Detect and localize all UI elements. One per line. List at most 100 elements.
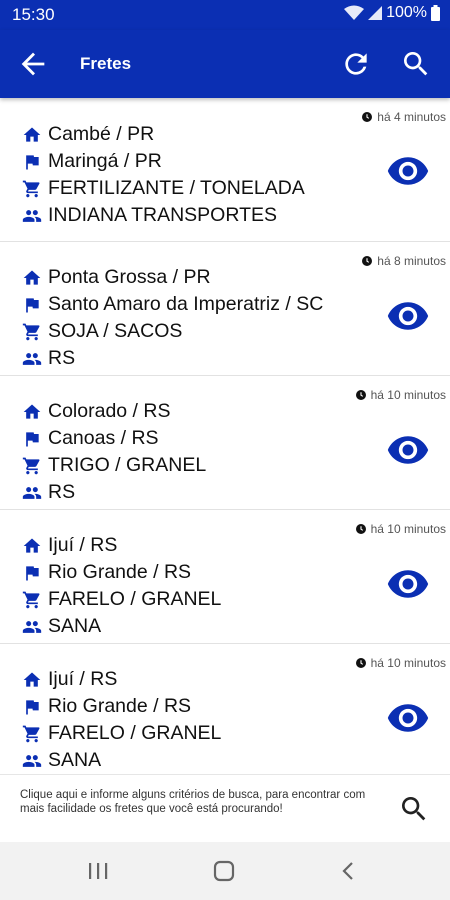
destination-row: Rio Grande / RS — [22, 559, 221, 586]
destination-text: Santo Amaro da Imperatriz / SC — [48, 293, 324, 315]
product-text: SOJA / SACOS — [48, 320, 183, 342]
destination-text: Rio Grande / RS — [48, 695, 192, 717]
people-icon — [22, 206, 42, 226]
search-hint-banner[interactable]: Clique aqui e informe alguns critérios d… — [0, 774, 450, 842]
flag-icon — [22, 295, 42, 315]
clock-icon — [362, 256, 373, 266]
elapsed-time: há 10 minutos — [355, 388, 446, 402]
clock-icon — [355, 390, 366, 400]
elapsed-time-text: há 8 minutos — [377, 254, 446, 268]
freight-list: há 4 minutos Cambé / PR Maringá / PR FERTIL… — [0, 98, 450, 774]
company-text: SANA — [48, 749, 102, 771]
elapsed-time: há 8 minutos — [362, 254, 446, 268]
destination-text: Maringá / PR — [48, 150, 162, 172]
home-icon — [22, 536, 42, 556]
freight-card[interactable]: há 10 minutos Ijuí / RS Rio Grande / RS FAR… — [0, 510, 450, 644]
origin-row: Cambé / PR — [22, 121, 305, 148]
home-icon — [22, 670, 42, 690]
cart-icon — [22, 590, 42, 610]
destination-row: Rio Grande / RS — [22, 693, 221, 720]
origin-text: Colorado / RS — [48, 400, 171, 422]
destination-row: Canoas / RS — [22, 425, 206, 452]
people-icon — [22, 483, 42, 503]
destination-text: Rio Grande / RS — [48, 561, 192, 583]
clock-icon — [362, 112, 373, 122]
freight-card[interactable]: há 10 minutos Ijuí / RS Rio Grande / RS FAR… — [0, 644, 450, 774]
company-text: INDIANA TRANSPORTES — [48, 204, 278, 226]
freight-card[interactable]: há 4 minutos Cambé / PR Maringá / PR FERTIL… — [0, 98, 450, 242]
cart-icon — [22, 456, 42, 476]
home-icon — [22, 125, 42, 145]
people-icon — [22, 349, 42, 369]
product-row: TRIGO / GRANEL — [22, 452, 206, 479]
cart-icon — [22, 724, 42, 744]
battery-icon — [431, 5, 440, 21]
search-icon[interactable] — [400, 48, 432, 80]
flag-icon — [22, 563, 42, 583]
product-row: FARELO / GRANEL — [22, 720, 221, 747]
company-text: SANA — [48, 615, 102, 637]
battery-level: 100% — [386, 4, 427, 21]
home-icon — [22, 268, 42, 288]
home-button-icon[interactable] — [209, 856, 239, 886]
freight-card[interactable]: há 10 minutos Colorado / RS Canoas / RS TRI… — [0, 376, 450, 510]
elapsed-time-text: há 10 minutos — [370, 522, 446, 536]
destination-row: Maringá / PR — [22, 148, 305, 175]
page-title: Fretes — [80, 54, 132, 73]
home-icon — [22, 402, 42, 422]
view-details-eye-icon[interactable] — [386, 155, 430, 187]
product-row: FERTILIZANTE / TONELADA — [22, 175, 305, 202]
view-details-eye-icon[interactable] — [386, 300, 430, 332]
company-row: RS — [22, 345, 323, 372]
product-row: SOJA / SACOS — [22, 318, 323, 345]
cart-icon — [22, 179, 42, 199]
cart-icon — [22, 322, 42, 342]
product-text: FERTILIZANTE / TONELADA — [48, 177, 305, 199]
elapsed-time-text: há 10 minutos — [370, 388, 446, 402]
status-bar: 15:30 100% — [0, 0, 450, 30]
flag-icon — [22, 697, 42, 717]
origin-row: Ponta Grossa / PR — [22, 264, 323, 291]
elapsed-time-text: há 4 minutos — [377, 110, 446, 124]
company-text: RS — [48, 347, 76, 369]
destination-text: Canoas / RS — [48, 427, 159, 449]
back-arrow-icon[interactable] — [16, 47, 50, 81]
view-details-eye-icon[interactable] — [386, 434, 430, 466]
view-details-eye-icon[interactable] — [386, 702, 430, 734]
system-navigation-bar — [0, 842, 450, 900]
company-row: SANA — [22, 747, 221, 774]
product-text: FARELO / GRANEL — [48, 722, 222, 744]
company-row: RS — [22, 479, 206, 506]
company-row: SANA — [22, 613, 221, 640]
view-details-eye-icon[interactable] — [386, 568, 430, 600]
clock-icon — [355, 524, 366, 534]
product-text: TRIGO / GRANEL — [48, 454, 207, 476]
freight-card[interactable]: há 8 minutos Ponta Grossa / PR Santo Amaro… — [0, 242, 450, 376]
search-icon[interactable] — [398, 793, 430, 825]
app-bar: Fretes — [0, 30, 450, 98]
recent-apps-icon[interactable] — [83, 856, 113, 886]
status-time: 15:30 — [12, 5, 55, 24]
people-icon — [22, 751, 42, 771]
flag-icon — [22, 429, 42, 449]
origin-text: Ponta Grossa / PR — [48, 266, 211, 288]
origin-row: Ijuí / RS — [22, 666, 221, 693]
elapsed-time-text: há 10 minutos — [370, 656, 446, 670]
elapsed-time: há 4 minutos — [362, 110, 446, 124]
refresh-icon[interactable] — [340, 48, 372, 80]
clock-icon — [355, 658, 366, 668]
company-text: RS — [48, 481, 76, 503]
origin-row: Colorado / RS — [22, 398, 206, 425]
company-row: INDIANA TRANSPORTES — [22, 202, 305, 229]
search-hint-text: Clique aqui e informe alguns critérios d… — [20, 789, 366, 815]
back-button-icon[interactable] — [334, 856, 364, 886]
origin-row: Ijuí / RS — [22, 532, 221, 559]
wifi-icon — [344, 5, 365, 21]
signal-icon — [368, 5, 383, 21]
people-icon — [22, 617, 42, 637]
destination-row: Santo Amaro da Imperatriz / SC — [22, 291, 323, 318]
product-row: FARELO / GRANEL — [22, 586, 221, 613]
elapsed-time: há 10 minutos — [355, 522, 446, 536]
origin-text: Ijuí / RS — [48, 668, 118, 690]
origin-text: Cambé / PR — [48, 123, 155, 145]
